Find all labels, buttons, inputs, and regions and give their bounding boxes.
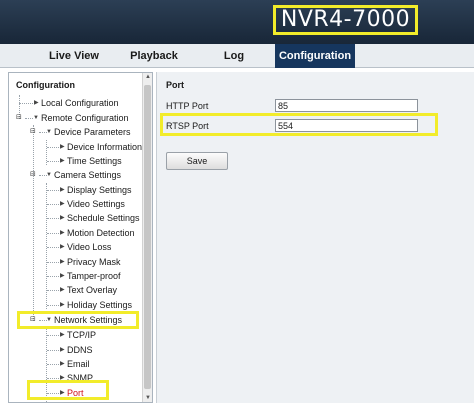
sidebar-item-schedule-settings[interactable]: ▶ Schedule Settings [13,212,143,224]
sidebar-item-motion-detection[interactable]: ▶ Motion Detection [13,227,143,239]
sidebar-item-tamper-proof[interactable]: ▶ Tamper-proof [13,270,143,282]
triangle-right-icon: ▶ [60,144,65,150]
arrow-down-icon[interactable]: ▼ [144,395,152,401]
triangle-right-icon: ▶ [60,230,65,236]
tab-log[interactable]: Log [213,44,255,68]
sidebar-item-device-parameters[interactable]: ⊟ ▼ Device Parameters [13,126,143,138]
triangle-down-icon: ▼ [46,172,52,178]
tab-configuration[interactable]: Configuration [275,44,355,68]
triangle-right-icon: ▶ [60,273,65,279]
sidebar-item-camera-settings[interactable]: ⊟ ▼ Camera Settings [13,169,143,181]
config-tree-panel: Configuration ▶ Local Configuration ⊟ ▼ … [8,72,153,403]
sidebar-item-tcp-ip[interactable]: ▶ TCP/IP [13,329,143,341]
sidebar-item-text-overlay[interactable]: ▶ Text Overlay [13,284,143,296]
tab-playback[interactable]: Playback [122,44,186,68]
sidebar-item-video-loss[interactable]: ▶ Video Loss [13,241,143,253]
sidebar-item-device-information[interactable]: ▶ Device Information [13,141,143,153]
sidebar-item-video-settings[interactable]: ▶ Video Settings [13,198,143,210]
triangle-right-icon: ▶ [60,187,65,193]
triangle-right-icon: ▶ [60,259,65,265]
sidebar-item-local-configuration[interactable]: ▶ Local Configuration [13,97,143,109]
highlight-rtsp-port [160,113,438,136]
save-button[interactable]: Save [166,152,228,170]
triangle-right-icon: ▶ [60,287,65,293]
brand-title: NVR4-7000 [273,5,418,35]
sidebar-item-remote-configuration[interactable]: ⊟ ▼ Remote Configuration [13,112,143,124]
triangle-right-icon: ▶ [60,244,65,250]
http-port-input[interactable] [275,99,418,112]
triangle-right-icon: ▶ [60,201,65,207]
triangle-right-icon: ▶ [60,361,65,367]
triangle-right-icon: ▶ [60,215,65,221]
arrow-up-icon[interactable]: ▲ [144,74,152,80]
triangle-right-icon: ▶ [34,100,39,106]
sidebar-item-time-settings[interactable]: ▶ Time Settings [13,155,143,167]
scrollbar-thumb[interactable] [144,85,151,389]
tab-live-view[interactable]: Live View [43,44,105,68]
port-settings-panel: Port HTTP Port RTSP Port Save [156,72,474,403]
app-header: NVR4-7000 Live View Playback Log Configu… [0,0,474,68]
sidebar-title: Configuration [16,80,75,90]
highlight-network-settings [17,311,139,329]
highlight-port [27,380,109,400]
sidebar-item-ddns[interactable]: ▶ DDNS [13,344,143,356]
triangle-right-icon: ▶ [60,347,65,353]
triangle-down-icon: ▼ [33,115,39,121]
sidebar-item-holiday-settings[interactable]: ▶ Holiday Settings [13,299,143,311]
sidebar-item-display-settings[interactable]: ▶ Display Settings [13,184,143,196]
triangle-down-icon: ▼ [46,129,52,135]
expand-minus-icon: ⊟ [16,114,22,121]
panel-title: Port [166,80,184,90]
http-port-label: HTTP Port [166,101,209,111]
triangle-right-icon: ▶ [60,158,65,164]
main-nav: Live View Playback Log Configuration [0,44,474,68]
sidebar-scrollbar[interactable]: ▲ ▼ [142,73,152,402]
triangle-right-icon: ▶ [60,302,65,308]
sidebar-item-privacy-mask[interactable]: ▶ Privacy Mask [13,256,143,268]
expand-minus-icon: ⊟ [30,171,36,178]
triangle-right-icon: ▶ [60,332,65,338]
sidebar-item-email[interactable]: ▶ Email [13,358,143,370]
expand-minus-icon: ⊟ [30,128,36,135]
